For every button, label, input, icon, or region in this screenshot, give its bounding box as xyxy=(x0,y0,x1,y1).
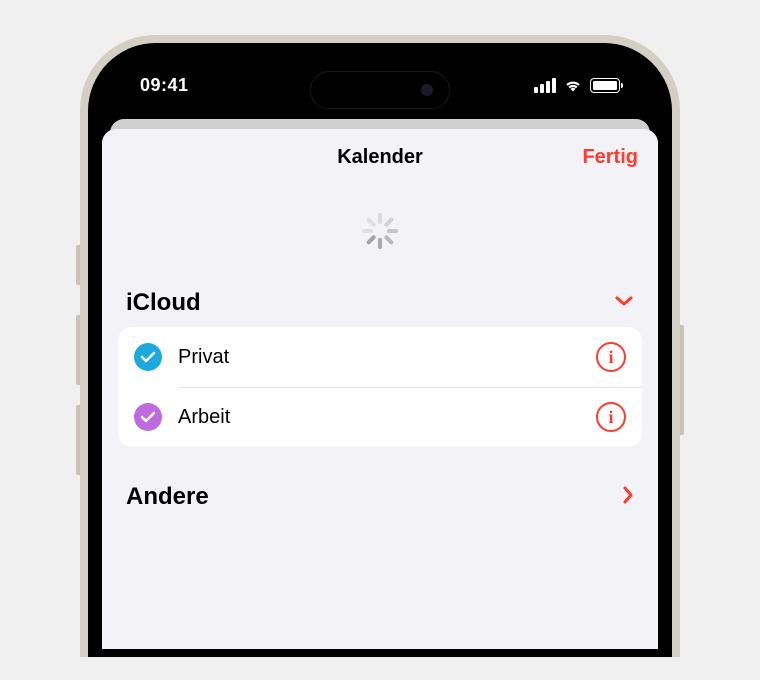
screen: 09:41 xyxy=(102,57,658,657)
calendar-label: Privat xyxy=(178,346,580,369)
calendar-list: Privat i Arbeit i xyxy=(118,327,642,447)
calendar-label: Arbeit xyxy=(178,406,580,429)
info-icon[interactable]: i xyxy=(596,342,626,372)
dynamic-island xyxy=(310,71,450,109)
sheet-header: Kalender Fertig xyxy=(102,129,658,185)
status-icons xyxy=(534,78,620,93)
side-button xyxy=(76,245,80,285)
info-icon[interactable]: i xyxy=(596,402,626,432)
cellular-signal-icon xyxy=(534,78,556,93)
section-header-andere[interactable]: Andere xyxy=(102,483,658,521)
phone-frame: 09:41 xyxy=(80,35,680,657)
side-button xyxy=(680,325,684,435)
status-time: 09:41 xyxy=(140,75,189,96)
calendar-row-arbeit[interactable]: Arbeit i xyxy=(118,387,642,447)
checkmark-icon[interactable] xyxy=(134,403,162,431)
status-bar: 09:41 xyxy=(102,57,658,113)
section-title: Andere xyxy=(126,483,209,511)
sheet-title: Kalender xyxy=(337,146,423,169)
checkmark-icon[interactable] xyxy=(134,343,162,371)
calendars-sheet: Kalender Fertig iCloud xyxy=(102,129,658,649)
section-header-icloud[interactable]: iCloud xyxy=(102,289,658,327)
section-title: iCloud xyxy=(126,289,201,317)
battery-icon xyxy=(590,78,620,93)
spinner-icon xyxy=(362,213,398,249)
calendar-row-privat[interactable]: Privat i xyxy=(118,327,642,387)
side-button xyxy=(76,315,80,385)
chevron-right-icon xyxy=(622,485,634,510)
loading-spinner-container xyxy=(102,185,658,289)
side-button xyxy=(76,405,80,475)
chevron-down-icon xyxy=(614,294,634,312)
done-button[interactable]: Fertig xyxy=(582,146,638,169)
wifi-icon xyxy=(563,78,583,93)
phone-bezel: 09:41 xyxy=(88,43,672,657)
